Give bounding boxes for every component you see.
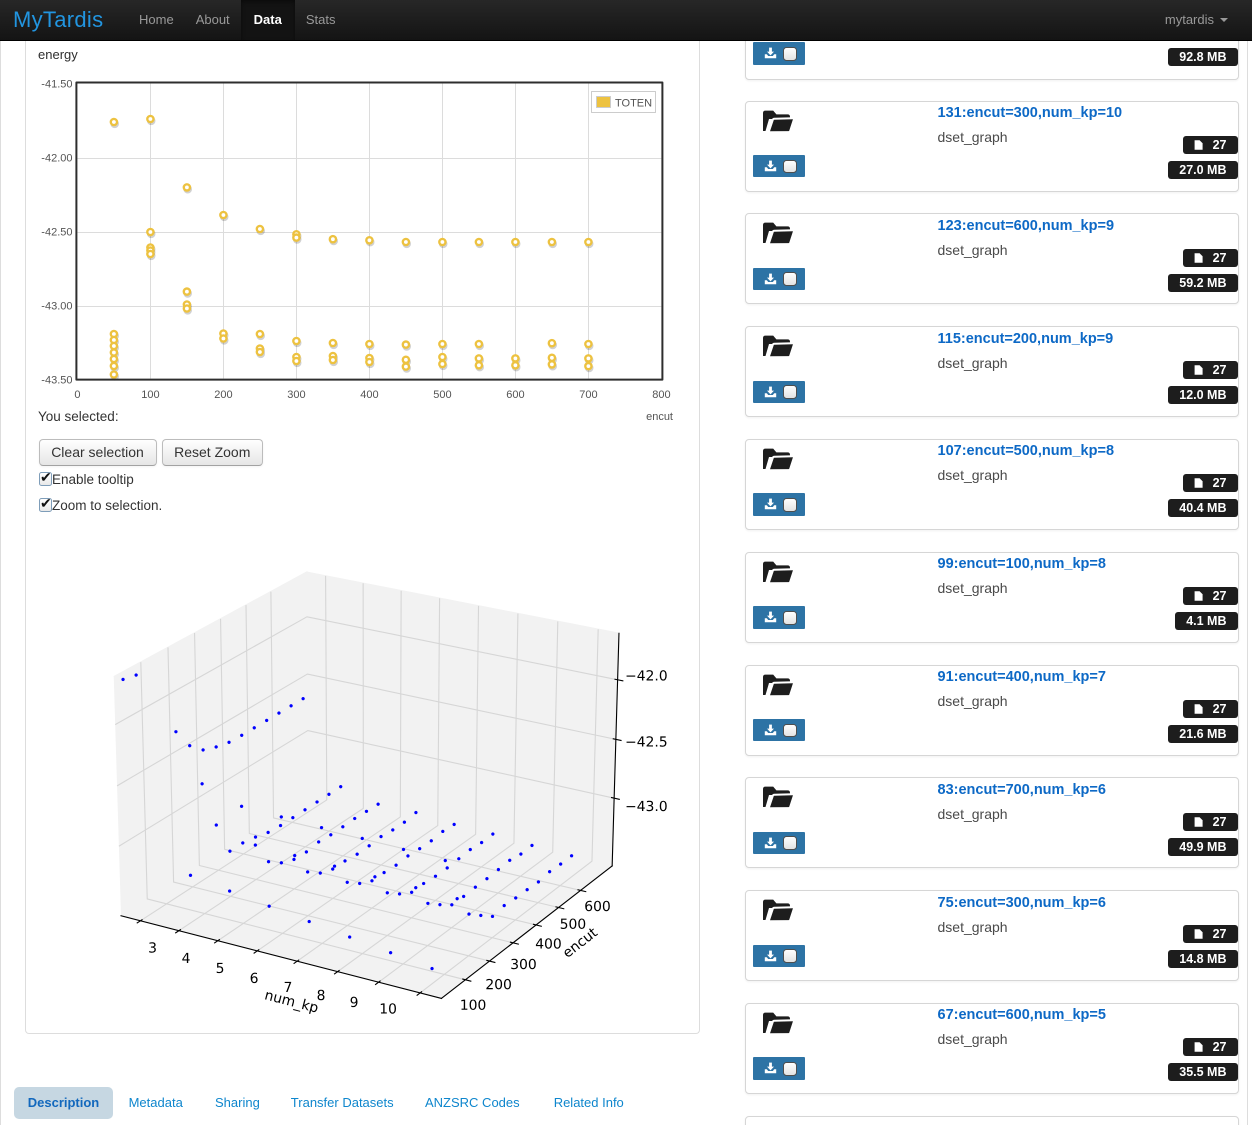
svg-text:800: 800 xyxy=(652,389,670,401)
svg-text:-42.50: -42.50 xyxy=(41,227,72,239)
svg-text:0: 0 xyxy=(74,389,80,401)
svg-text:300: 300 xyxy=(287,389,305,401)
svg-text:-43.00: -43.00 xyxy=(41,301,72,313)
svg-text:encut: encut xyxy=(646,411,673,423)
svg-text:100: 100 xyxy=(141,389,159,401)
svg-text:-42.00: -42.00 xyxy=(41,153,72,165)
svg-text:200: 200 xyxy=(214,389,232,401)
svg-text:400: 400 xyxy=(360,389,378,401)
svg-text:700: 700 xyxy=(579,389,597,401)
svg-text:600: 600 xyxy=(506,389,524,401)
svg-text:500: 500 xyxy=(433,389,451,401)
svg-text:-41.50: -41.50 xyxy=(41,79,72,91)
svg-text:-43.50: -43.50 xyxy=(41,375,72,387)
svg-text:TOTEN: TOTEN xyxy=(615,98,652,110)
